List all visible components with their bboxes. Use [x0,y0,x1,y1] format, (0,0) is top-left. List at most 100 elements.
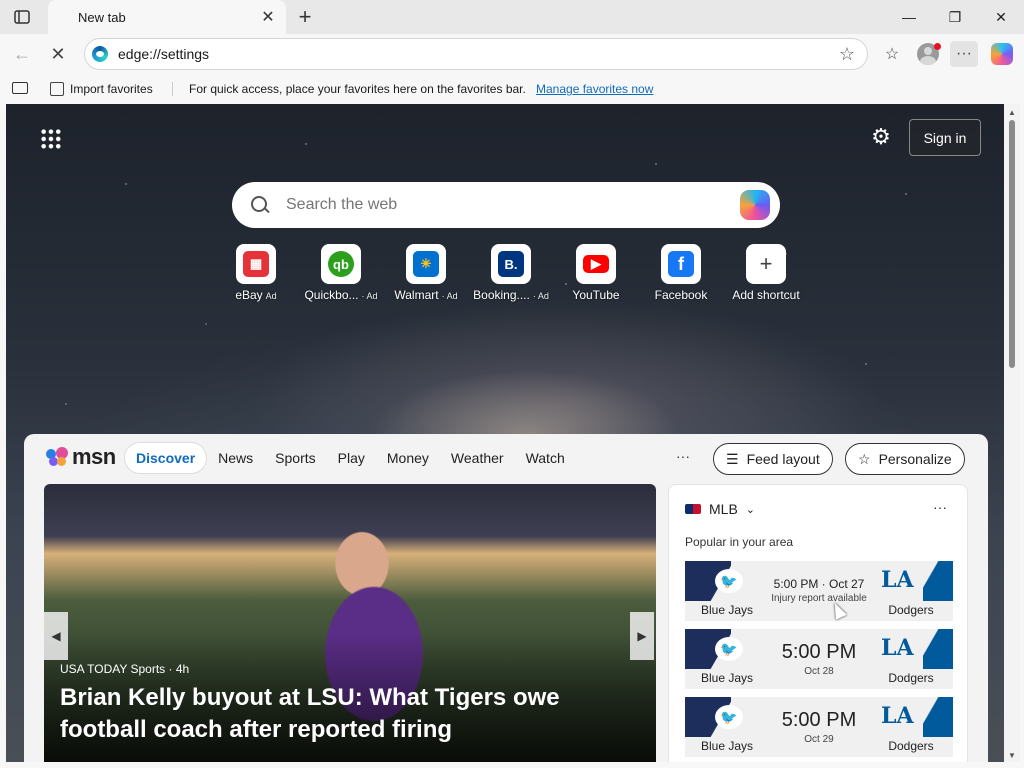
game-date: Oct 28 [804,666,834,677]
page-settings-icon[interactable]: ⚙ [868,124,894,150]
facebook-icon: f [668,251,694,277]
tab-title: New tab [78,9,126,25]
article-source: USA TODAY Sports · 4h [60,662,190,676]
game-time: 5:00 PM [781,641,857,663]
shortcut-walmart[interactable]: ✳ Walmart · Ad [385,244,467,310]
msn-wordmark: msn [72,444,116,469]
new-tab-button[interactable]: + [292,4,318,30]
carousel-next-button[interactable]: ▶ [630,612,654,660]
edge-icon [92,46,108,62]
msn-logo[interactable]: msn [46,444,116,470]
favorite-star-icon[interactable]: ☆ [835,42,859,66]
copilot-button[interactable] [988,41,1016,67]
game-item[interactable]: 🐦 Blue Jays 5:00 PM · Oct 27 Injury report… [685,561,953,621]
tab-news[interactable]: News [207,442,264,474]
shortcut-facebook[interactable]: f Facebook [640,244,722,310]
scroll-down-icon[interactable]: ▼ [1008,751,1016,760]
shortcut-label: YouTube [572,288,620,302]
scroll-up-icon[interactable]: ▲ [1008,108,1016,117]
game-note: Injury report available [771,593,867,604]
tab-actions-icon [14,10,30,24]
carousel-prev-button[interactable]: ◀ [44,612,68,660]
search-box[interactable] [232,182,780,228]
favorites-bar-icon[interactable] [12,82,28,94]
plus-icon: + [759,251,773,276]
settings-more-button[interactable]: ··· [950,41,978,67]
hero-article[interactable]: ◀ ▶ USA TODAY Sports · 4h Brian Kelly bu… [44,484,656,762]
msn-nav-tabs: Discover News Sports Play Money Weather … [124,442,576,474]
favorites-icon[interactable]: ☆ [878,41,906,67]
tab-discover[interactable]: Discover [124,442,208,474]
game-time: 5:00 PM [781,709,857,731]
card-more-button[interactable]: ··· [933,499,947,515]
game-item[interactable]: 🐦 Blue Jays 5:00 PM Oct 28 LA Dodgers [685,629,953,689]
back-button[interactable]: ← [8,40,36,68]
tab-sports[interactable]: Sports [264,442,326,474]
maximize-button[interactable]: ❐ [932,0,978,34]
tab-watch[interactable]: Watch [515,442,576,474]
import-favorites-button[interactable]: Import favorites [50,79,153,99]
game-time: 5:00 PM · Oct 27 [773,577,865,591]
import-icon [50,82,64,96]
scrollbar-thumb[interactable] [1009,120,1015,368]
ad-badge: · Ad [361,291,378,301]
ad-badge: · Ad [532,291,549,301]
shortcuts-row: ▦ eBay Ad qb Quickbo... · Ad ✳ Walmart · Ad… [224,244,804,314]
ad-badge: · Ad [441,291,458,301]
tab-actions-button[interactable] [8,6,36,28]
dodgers-logo-icon: LA [881,635,914,661]
stop-loading-button[interactable]: ✕ [44,40,72,68]
game-item[interactable]: 🐦 Blue Jays 5:00 PM Oct 29 LA Dodgers [685,697,953,757]
away-team: Dodgers [888,603,934,617]
close-tab-icon[interactable]: ✕ [258,7,278,27]
more-tabs-button[interactable]: ··· [676,448,690,464]
close-window-button[interactable]: ✕ [978,0,1024,34]
dodgers-logo-icon: LA [881,703,914,729]
shortcut-label: Add shortcut [732,288,800,302]
tab-money[interactable]: Money [376,442,440,474]
blue-jays-logo-icon: 🐦 [715,637,743,661]
search-icon [250,195,270,215]
address-bar[interactable]: edge://settings ☆ [84,38,868,70]
shortcut-booking[interactable]: B. Booking.... · Ad [470,244,552,310]
personalize-button[interactable]: ☆ Personalize [845,443,965,475]
quickbooks-icon: qb [328,251,354,277]
vertical-scrollbar[interactable]: ▲ ▼ [1004,104,1020,762]
personalize-label: Personalize [878,451,952,467]
article-headline[interactable]: Brian Kelly buyout at LSU: What Tigers o… [60,682,640,746]
shortcut-label: Facebook [654,288,708,302]
away-team: Dodgers [888,671,934,685]
walmart-icon: ✳ [413,251,439,277]
away-team: Dodgers [888,739,934,753]
divider [172,82,173,96]
toolbar: ← ✕ edge://settings ☆ ☆ ··· [0,34,1024,74]
mlb-card: MLB ⌄ ··· Popular in your area 🐦 Blue Jay… [668,484,968,762]
favorites-bar: Import favorites For quick access, place… [0,74,1024,104]
tab-new-tab[interactable]: New tab ✕ [48,0,286,34]
mlb-logo-icon [685,504,701,514]
tab-weather[interactable]: Weather [440,442,515,474]
address-text[interactable]: edge://settings [118,46,835,62]
feed-layout-button[interactable]: ☰ Feed layout [713,443,833,475]
minimize-button[interactable]: — [886,0,932,34]
import-favorites-label: Import favorites [70,82,153,96]
sliders-icon: ☰ [726,450,739,467]
manage-favorites-link[interactable]: Manage favorites now [536,82,653,96]
apps-grid-icon[interactable] [40,128,62,150]
notification-dot [934,43,941,50]
search-input[interactable] [286,196,740,214]
tab-play[interactable]: Play [327,442,376,474]
game-date: Oct 29 [804,734,834,745]
shortcut-quickbooks[interactable]: qb Quickbo... · Ad [300,244,382,310]
add-shortcut-button[interactable]: + Add shortcut [725,244,807,310]
copilot-icon [991,43,1013,65]
feed-layout-label: Feed layout [746,451,820,467]
blue-jays-logo-icon: 🐦 [715,705,743,729]
shortcut-label: Walmart [394,288,439,302]
copilot-icon[interactable] [740,190,770,220]
mlb-league-dropdown[interactable]: MLB ⌄ [685,501,755,517]
shortcut-youtube[interactable]: ▶ YouTube [555,244,637,310]
league-name: MLB [709,501,738,517]
sign-in-button[interactable]: Sign in [909,119,981,156]
shortcut-ebay[interactable]: ▦ eBay Ad [215,244,297,310]
